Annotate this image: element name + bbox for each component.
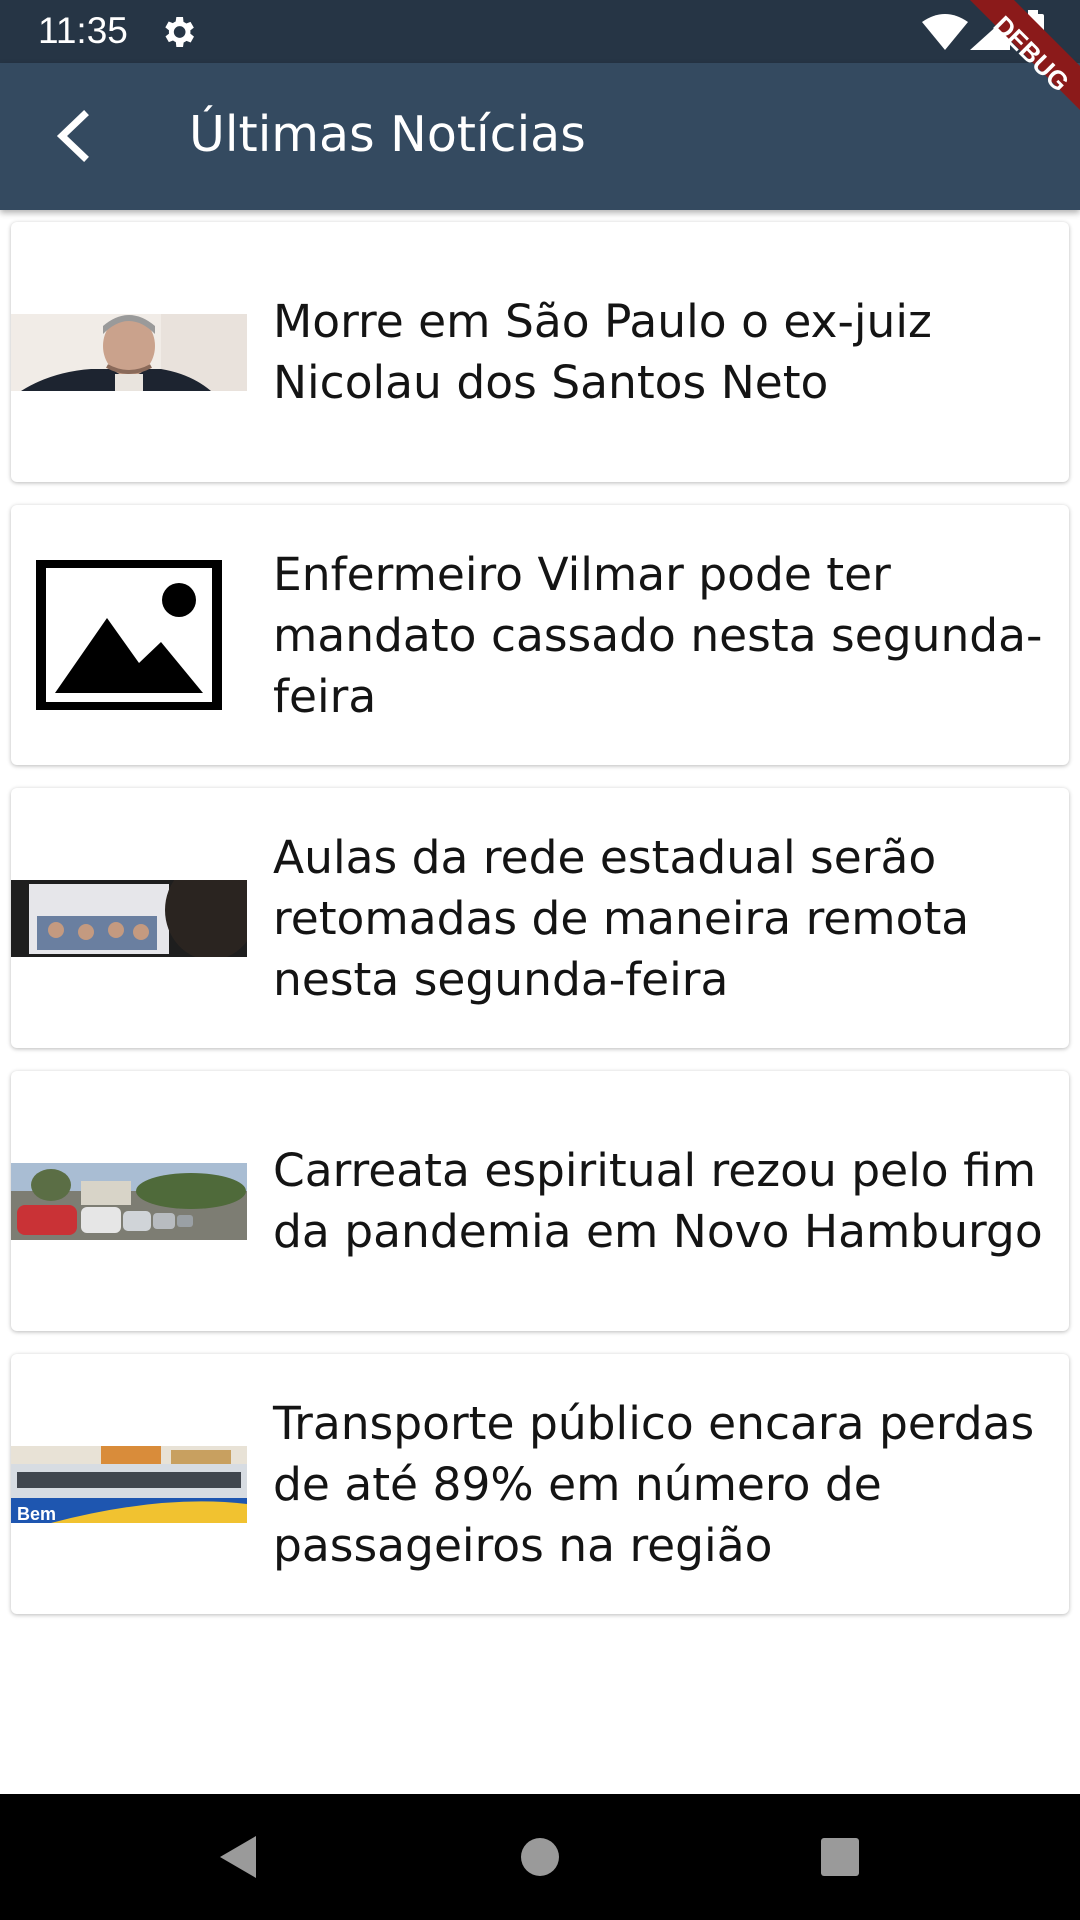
wifi-icon	[922, 14, 968, 50]
back-triangle-icon[interactable]	[214, 1832, 264, 1882]
news-card[interactable]: Bem Transporte público encara perdas de …	[11, 1354, 1069, 1614]
svg-text:Bem: Bem	[17, 1504, 56, 1523]
arrow-back-icon[interactable]	[40, 101, 110, 171]
cell-signal-icon	[970, 14, 1010, 50]
page-title: Últimas Notícias	[189, 106, 586, 163]
recents-square-icon[interactable]	[815, 1832, 865, 1882]
app-bar: Últimas Notícias	[0, 63, 1080, 210]
news-headline: Aulas da rede estadual serão retomadas d…	[273, 830, 970, 1006]
news-card[interactable]: Carreata espiritual rezou pelo fim da pa…	[11, 1071, 1069, 1331]
status-time: 11:35	[38, 10, 128, 51]
news-headline: Transporte público encara perdas de até …	[273, 1396, 1035, 1572]
battery-icon	[1022, 10, 1044, 52]
news-headline: Carreata espiritual rezou pelo fim da pa…	[273, 1144, 1043, 1258]
news-card[interactable]: Morre em São Paulo o ex-juiz Nicolau dos…	[11, 222, 1069, 482]
settings-gear-icon	[165, 17, 194, 47]
news-thumbnail-portrait	[11, 314, 247, 391]
news-thumbnail-cars	[11, 1163, 247, 1240]
status-bar: 11:35	[0, 0, 1080, 63]
news-headline: Enfermeiro Vilmar pode ter mandato cassa…	[273, 547, 1043, 723]
news-thumbnail-classroom	[11, 880, 247, 957]
news-card[interactable]: Enfermeiro Vilmar pode ter mandato cassa…	[11, 505, 1069, 765]
news-card[interactable]: Aulas da rede estadual serão retomadas d…	[11, 788, 1069, 1048]
news-headline: Morre em São Paulo o ex-juiz Nicolau dos…	[273, 295, 932, 409]
news-thumbnail-bus: Bem	[11, 1446, 247, 1523]
system-nav-bar	[0, 1794, 1080, 1920]
home-circle-icon[interactable]	[515, 1832, 565, 1882]
image-placeholder-icon	[36, 560, 222, 710]
